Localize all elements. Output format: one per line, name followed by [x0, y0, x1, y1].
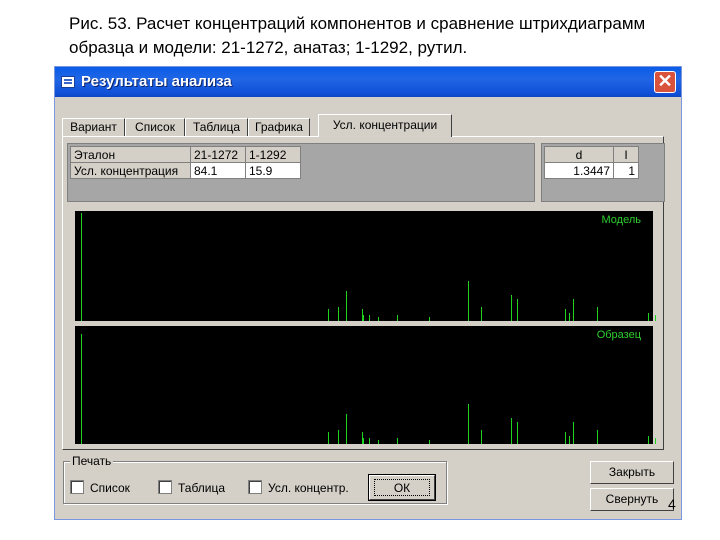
diagram-line — [338, 430, 339, 444]
checkbox-box[interactable] — [158, 480, 172, 494]
diagram-line — [573, 299, 574, 321]
diagram-line — [481, 430, 482, 444]
grid-cell[interactable]: 21-1272 — [190, 146, 246, 163]
diagram-line — [565, 432, 566, 444]
print-table-checkbox[interactable]: Таблица — [158, 480, 225, 495]
diagram-line — [378, 440, 379, 444]
app-window-icon — [61, 76, 75, 88]
grid-cell[interactable]: 84.1 — [190, 162, 246, 179]
close-button[interactable]: Закрыть — [590, 461, 674, 484]
tab-concentrations[interactable]: Усл. концентрации — [318, 114, 452, 137]
checkbox-box[interactable] — [248, 480, 262, 494]
grid-cell[interactable]: 1 — [613, 162, 639, 179]
tab-variant[interactable]: Вариант — [62, 118, 125, 136]
tab-graphics[interactable]: Графика — [248, 118, 310, 136]
diagram-line — [363, 438, 364, 444]
minimize-button[interactable]: Свернуть — [590, 488, 674, 511]
diagram-line — [468, 281, 469, 321]
close-icon: ✕ — [657, 71, 673, 91]
grid-cell[interactable]: 1.3447 — [544, 162, 614, 179]
diagram-line — [517, 422, 518, 444]
diagram-line — [648, 313, 649, 321]
diagram-line — [511, 418, 512, 444]
sample-plot-label: Образец — [596, 329, 641, 341]
diagram-line — [597, 307, 598, 321]
diagram-line — [346, 291, 347, 321]
title-bar[interactable]: Результаты анализа ✕ — [55, 67, 681, 97]
diagram-line — [346, 414, 347, 444]
slide-caption: Рис. 53. Расчет концентраций компонентов… — [69, 14, 646, 57]
diagram-line — [328, 432, 329, 444]
d-intensity-grid: d I 1.3447 1 — [541, 143, 665, 202]
grid-header-i: I — [613, 146, 639, 163]
close-window-button[interactable]: ✕ — [654, 71, 676, 93]
diagram-line — [481, 307, 482, 321]
diagram-line — [468, 404, 469, 444]
grid-cell[interactable]: 15.9 — [245, 162, 301, 179]
checkbox-label: Усл. концентр. — [268, 481, 349, 495]
tab-list[interactable]: Список — [125, 118, 185, 136]
ok-button[interactable]: ОК — [368, 474, 436, 501]
checkbox-box[interactable] — [70, 480, 84, 494]
table-row: Эталон 21-1272 1-1292 — [70, 146, 301, 163]
diagram-line — [369, 438, 370, 444]
concentration-grid: Эталон 21-1272 1-1292 Усл. концентрация … — [67, 143, 535, 202]
window-title: Результаты анализа — [81, 73, 232, 90]
diagram-line — [511, 295, 512, 321]
tab-table[interactable]: Таблица — [185, 118, 248, 136]
diagram-line — [565, 309, 566, 321]
ok-button-label: ОК — [374, 479, 430, 496]
print-conc-checkbox[interactable]: Усл. концентр. — [248, 480, 349, 495]
diagram-line — [573, 422, 574, 444]
diagram-line — [429, 440, 430, 444]
diagram-line — [81, 334, 82, 444]
print-list-checkbox[interactable]: Список — [70, 480, 130, 495]
grid-header-d: d — [544, 146, 614, 163]
sample-bar-diagram: Образец — [75, 326, 656, 444]
print-group-legend: Печать — [70, 454, 114, 468]
diagram-line — [655, 438, 656, 444]
diagram-line — [338, 307, 339, 321]
diagram-line — [648, 436, 649, 444]
checkbox-label: Таблица — [178, 481, 226, 495]
diagram-line — [597, 430, 598, 444]
table-row: Усл. концентрация 84.1 15.9 — [70, 162, 301, 179]
analysis-results-window: Результаты анализа ✕ Вариант Список Табл… — [54, 66, 682, 520]
model-plot-label: Модель — [601, 214, 641, 226]
checkbox-label: Список — [90, 481, 130, 495]
diagram-line — [81, 213, 82, 321]
grid-cell[interactable]: 1-1292 — [245, 146, 301, 163]
grid-row-label: Усл. концентрация — [70, 162, 191, 179]
table-row: d I — [544, 146, 639, 163]
model-bar-diagram: Модель — [75, 211, 656, 321]
grid-row-label: Эталон — [70, 146, 191, 163]
table-row: 1.3447 1 — [544, 162, 639, 179]
diagram-line — [569, 313, 570, 321]
diagram-line — [517, 299, 518, 321]
page-number: 4 — [668, 496, 676, 512]
concentrations-panel: Эталон 21-1272 1-1292 Усл. концентрация … — [62, 136, 665, 450]
diagram-line — [397, 438, 398, 444]
diagram-line — [328, 309, 329, 321]
diagram-line — [569, 436, 570, 444]
